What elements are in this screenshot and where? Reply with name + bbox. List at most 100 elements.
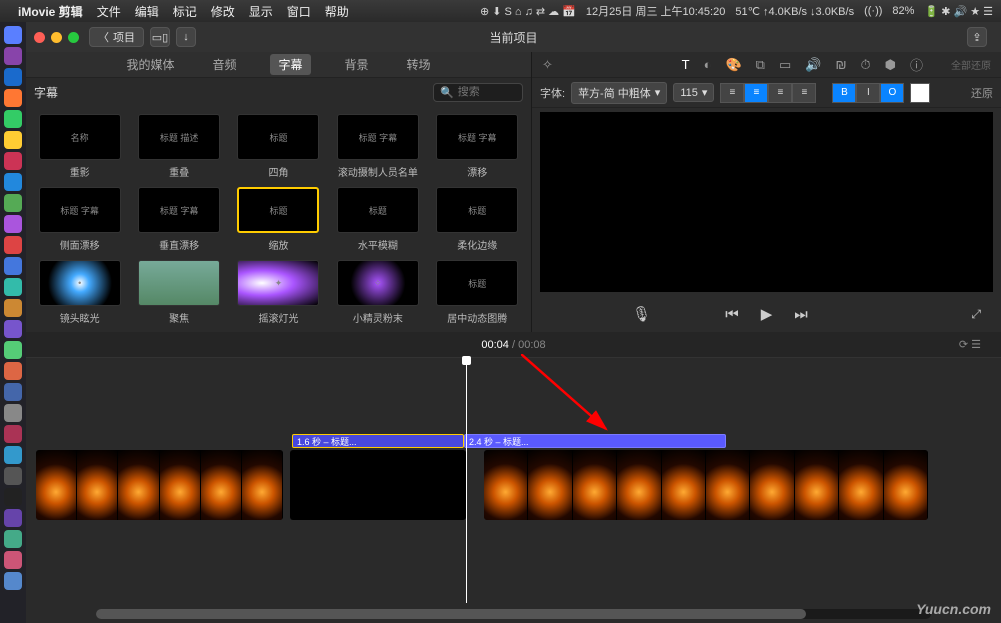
title-preset[interactable]: 标题居中动态图腾 bbox=[432, 260, 523, 325]
title-preset[interactable]: 标题 字幕侧面漂移 bbox=[34, 187, 125, 252]
prev-button[interactable]: ⏮ bbox=[725, 306, 739, 323]
zoom-icon[interactable] bbox=[68, 32, 79, 43]
dock-icon[interactable] bbox=[4, 89, 22, 107]
video-clip[interactable] bbox=[36, 450, 283, 520]
close-icon[interactable] bbox=[34, 32, 45, 43]
align-justify-button[interactable]: ≡ bbox=[792, 83, 816, 103]
title-preset[interactable]: 标题缩放 bbox=[233, 187, 324, 252]
status-date[interactable]: 12月25日 周三 上午10:45:20 bbox=[586, 3, 725, 19]
horizontal-scrollbar[interactable] bbox=[96, 609, 931, 619]
eq-icon[interactable]: ₪ bbox=[835, 57, 846, 72]
title-preset[interactable]: 标题四角 bbox=[233, 114, 324, 179]
layout-button[interactable]: ▭▯ bbox=[150, 27, 170, 47]
status-icons[interactable]: ⊕ ⬇ S ⌂ ♫ ⇄ ☁ 📅 bbox=[480, 5, 576, 18]
dock-icon[interactable] bbox=[4, 110, 22, 128]
title-preset[interactable]: 名称重影 bbox=[34, 114, 125, 179]
play-button[interactable]: ▶ bbox=[761, 305, 773, 323]
timeline-body[interactable]: 1.6 秒 – 标题...2.4 秒 – 标题... bbox=[26, 358, 1001, 623]
reset-all-button[interactable]: 全部还原 bbox=[951, 57, 991, 72]
dock-icon[interactable] bbox=[4, 215, 22, 233]
contrast-icon[interactable]: ◐ bbox=[704, 57, 712, 72]
tab-audio[interactable]: 音频 bbox=[208, 56, 240, 73]
dock-icon[interactable] bbox=[4, 509, 22, 527]
scrollbar-thumb[interactable] bbox=[96, 609, 806, 619]
dock-icon[interactable] bbox=[4, 551, 22, 569]
speed-icon[interactable]: ⏱ bbox=[860, 57, 870, 73]
search-field[interactable]: 🔍 bbox=[433, 83, 523, 102]
title-preset[interactable]: •镜头眩光 bbox=[34, 260, 125, 325]
menu-window[interactable]: 窗口 bbox=[287, 3, 311, 20]
title-clip[interactable]: 1.6 秒 – 标题... bbox=[292, 434, 464, 448]
volume-icon[interactable]: 🔊 bbox=[805, 57, 821, 73]
dock-icon[interactable] bbox=[4, 488, 22, 506]
tab-backgrounds[interactable]: 背景 bbox=[341, 56, 373, 73]
title-preset[interactable]: ✦摇滚灯光 bbox=[233, 260, 324, 325]
info-icon[interactable]: ⓘ bbox=[910, 55, 923, 74]
minimize-icon[interactable] bbox=[51, 32, 62, 43]
dock-icon[interactable] bbox=[4, 194, 22, 212]
dock-icon[interactable] bbox=[4, 572, 22, 590]
dock-icon[interactable] bbox=[4, 257, 22, 275]
dock-icon[interactable] bbox=[4, 173, 22, 191]
align-right-button[interactable]: ≡ bbox=[768, 83, 792, 103]
dock-icon[interactable] bbox=[4, 362, 22, 380]
filter-icon[interactable]: ⬢ bbox=[885, 57, 896, 73]
color-icon[interactable]: 🎨 bbox=[725, 57, 741, 73]
dock-icon[interactable] bbox=[4, 341, 22, 359]
stabilize-icon[interactable]: ▭ bbox=[779, 57, 791, 73]
dock-icon[interactable] bbox=[4, 26, 22, 44]
dock-icon[interactable] bbox=[4, 383, 22, 401]
dock-icon[interactable] bbox=[4, 530, 22, 548]
timeline-settings-icon[interactable]: ⟳ ☰ bbox=[959, 338, 981, 351]
title-preset[interactable]: 标题 描述重叠 bbox=[133, 114, 224, 179]
tab-transitions[interactable]: 转场 bbox=[403, 56, 435, 73]
title-preset[interactable]: 标题水平模糊 bbox=[332, 187, 423, 252]
title-preset[interactable]: 标题柔化边缘 bbox=[432, 187, 523, 252]
outline-button[interactable]: O bbox=[880, 83, 904, 103]
next-button[interactable]: ⏭ bbox=[794, 306, 808, 323]
align-center-button[interactable]: ≡ bbox=[744, 83, 768, 103]
align-left-button[interactable]: ≡ bbox=[720, 83, 744, 103]
title-preset[interactable]: 标题 字幕垂直漂移 bbox=[133, 187, 224, 252]
text-icon[interactable]: T bbox=[682, 57, 690, 72]
status-extras[interactable]: 🔋 ✱ 🔊 ★ ☰ bbox=[924, 5, 993, 18]
magic-wand-icon[interactable]: ✧ bbox=[542, 57, 553, 73]
fullscreen-icon[interactable]: ⤢ bbox=[971, 307, 981, 322]
dock-icon[interactable] bbox=[4, 68, 22, 86]
menu-edit[interactable]: 编辑 bbox=[135, 3, 159, 20]
menu-file[interactable]: 文件 bbox=[97, 3, 121, 20]
app-name[interactable]: iMovie 剪辑 bbox=[18, 3, 83, 20]
import-button[interactable]: ↓ bbox=[176, 27, 196, 47]
restore-button[interactable]: 还原 bbox=[971, 85, 993, 101]
tab-titles[interactable]: 字幕 bbox=[270, 54, 310, 75]
title-preset[interactable]: 标题 字幕漂移 bbox=[432, 114, 523, 179]
color-swatch[interactable] bbox=[910, 83, 930, 103]
playhead[interactable] bbox=[466, 358, 467, 603]
dock-icon[interactable] bbox=[4, 131, 22, 149]
dock-icon[interactable] bbox=[4, 425, 22, 443]
dock-icon[interactable] bbox=[4, 467, 22, 485]
title-preset[interactable]: 聚焦 bbox=[133, 260, 224, 325]
title-preset[interactable]: 标题 字幕滚动摄制人员名单 bbox=[332, 114, 423, 179]
menu-help[interactable]: 帮助 bbox=[325, 3, 349, 20]
video-clip[interactable] bbox=[290, 450, 466, 520]
dock-icon[interactable] bbox=[4, 278, 22, 296]
search-input[interactable] bbox=[458, 86, 518, 98]
italic-button[interactable]: I bbox=[856, 83, 880, 103]
menu-mark[interactable]: 标记 bbox=[173, 3, 197, 20]
dock-icon[interactable] bbox=[4, 299, 22, 317]
dock-icon[interactable] bbox=[4, 404, 22, 422]
menu-modify[interactable]: 修改 bbox=[211, 3, 235, 20]
status-wifi[interactable]: ((·)) bbox=[864, 5, 882, 17]
dock-icon[interactable] bbox=[4, 47, 22, 65]
font-size-select[interactable]: 115 ▾ bbox=[673, 83, 714, 102]
dock-icon[interactable] bbox=[4, 320, 22, 338]
crop-icon[interactable]: ⧉ bbox=[756, 57, 765, 73]
dock-icon[interactable] bbox=[4, 236, 22, 254]
mic-icon[interactable]: 🎙 bbox=[632, 305, 651, 323]
video-preview[interactable] bbox=[540, 112, 993, 292]
tab-my-media[interactable]: 我的媒体 bbox=[122, 56, 178, 73]
dock-icon[interactable] bbox=[4, 152, 22, 170]
title-preset[interactable]: ✧小精灵粉末 bbox=[332, 260, 423, 325]
bold-button[interactable]: B bbox=[832, 83, 856, 103]
